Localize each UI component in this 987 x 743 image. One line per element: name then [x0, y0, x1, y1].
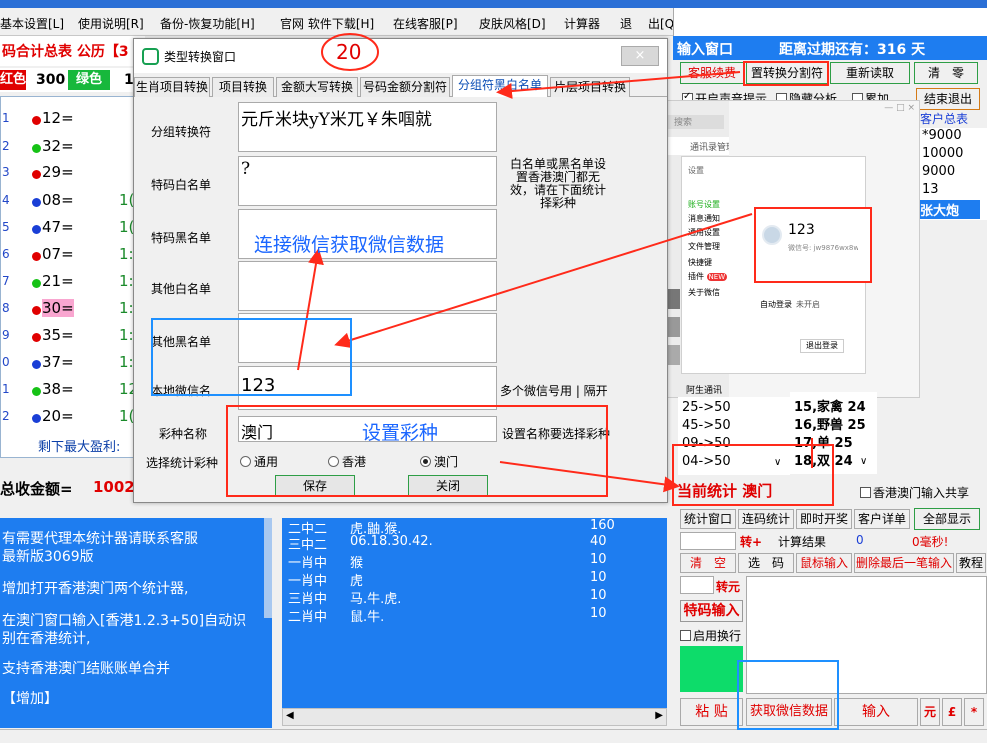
- highlight-split-button: [743, 61, 829, 86]
- annotation-set-lottery: 设置彩种: [362, 422, 439, 444]
- highlight-current-stat: [672, 444, 834, 506]
- step-number: 20: [336, 40, 362, 64]
- highlight-get-wechat: [737, 660, 839, 730]
- highlight-wechat-name: [151, 318, 352, 396]
- annotation-layer: [297, 33, 813, 493]
- annotation-connect-wechat: 连接微信获取微信数据: [254, 234, 445, 256]
- arrow-to-tab: [496, 71, 741, 99]
